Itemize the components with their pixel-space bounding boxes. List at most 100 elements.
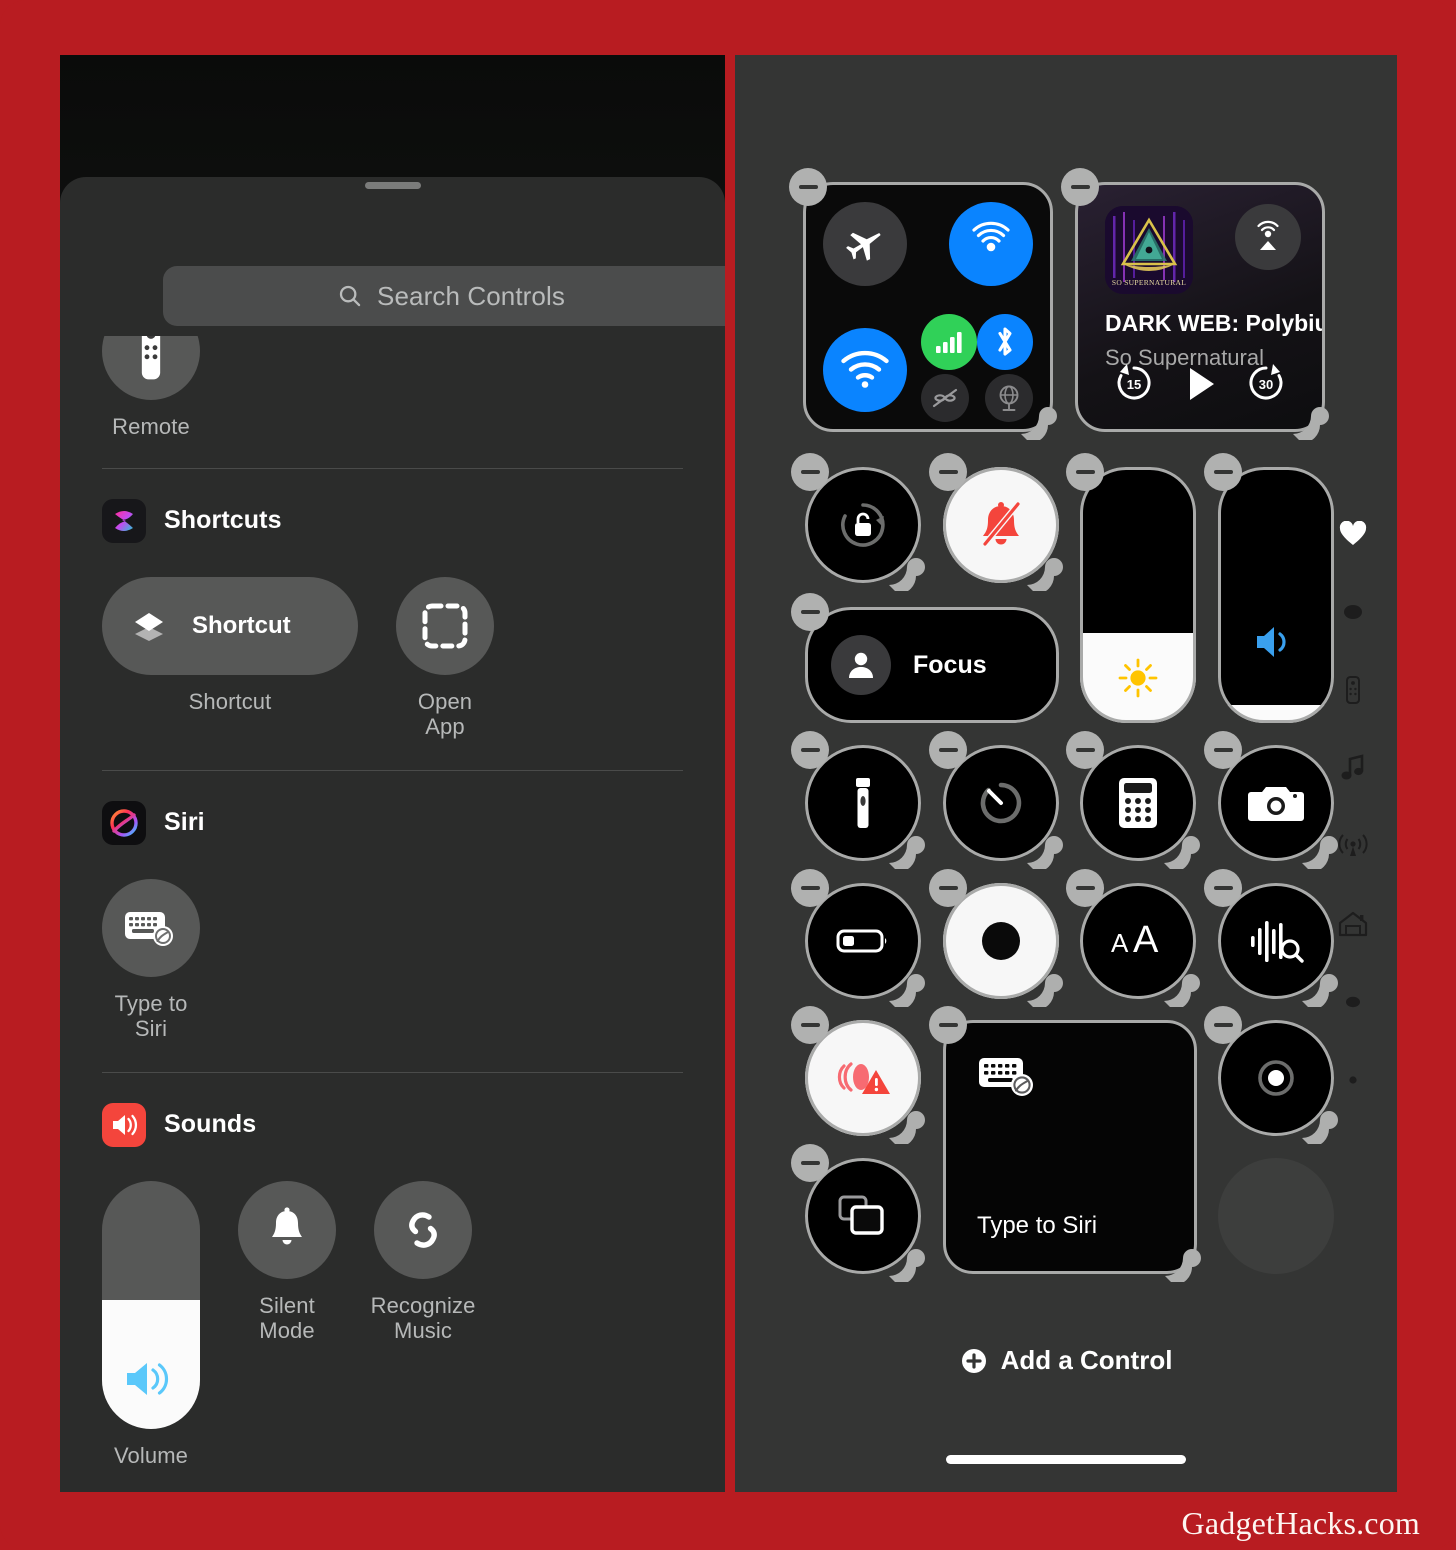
control-volume[interactable]: Volume: [102, 1180, 200, 1469]
home-indicator[interactable]: [946, 1455, 1186, 1464]
resize-grip[interactable]: [1015, 394, 1061, 440]
silent-mode-button[interactable]: [238, 1180, 336, 1279]
remove-control-button[interactable]: [791, 1006, 829, 1044]
sheet-grabber[interactable]: [364, 182, 421, 189]
remote-button[interactable]: [102, 336, 200, 400]
page-home[interactable]: [1338, 885, 1368, 963]
edit-outline: [1218, 467, 1334, 723]
control-label: Type to Siri: [114, 990, 188, 1042]
sound-recognition-control[interactable]: [1204, 869, 1338, 1007]
page-indicator-rail[interactable]: [1323, 495, 1383, 1119]
resize-grip[interactable]: [883, 823, 929, 869]
resize-grip[interactable]: [1021, 823, 1067, 869]
section-header-shortcuts: Shortcuts: [102, 469, 683, 543]
recognize-music-button[interactable]: [374, 1180, 472, 1279]
remove-control-button[interactable]: [1204, 869, 1242, 907]
resize-grip[interactable]: [1296, 1098, 1342, 1144]
control-label: Remote: [112, 414, 190, 439]
resize-grip[interactable]: [883, 1236, 929, 1282]
siri-app-icon: [102, 800, 146, 845]
page-dot-3[interactable]: [1346, 1041, 1360, 1119]
control-silent-mode[interactable]: Silent Mode: [238, 1180, 336, 1344]
type-to-siri-control[interactable]: Type to Siri: [929, 1006, 1201, 1282]
resize-grip[interactable]: [883, 961, 929, 1007]
section-title: Sounds: [164, 1110, 257, 1139]
text-size-control[interactable]: A A: [1066, 869, 1200, 1007]
headphone-level-control[interactable]: [791, 1006, 925, 1144]
calculator-control[interactable]: [1066, 731, 1200, 869]
timer-control[interactable]: [929, 731, 1063, 869]
shortcut-icon: [135, 612, 163, 641]
resize-grip[interactable]: [1021, 545, 1067, 591]
remove-control-button[interactable]: [929, 1006, 967, 1044]
resize-grip[interactable]: [1296, 823, 1342, 869]
silent-mode-control[interactable]: [929, 453, 1063, 591]
resize-grip[interactable]: [883, 1098, 929, 1144]
section-header-sounds: Sounds: [102, 1073, 683, 1147]
dot-icon: [1346, 996, 1360, 1008]
gallery-scroll-area[interactable]: Remote Shortcuts Shortcut Shortcut Open …: [60, 336, 725, 1492]
volume-control[interactable]: [1204, 453, 1334, 723]
remove-control-button[interactable]: [1061, 168, 1099, 206]
screen-recording-control[interactable]: [1204, 1006, 1338, 1144]
page-favorites[interactable]: [1339, 495, 1367, 573]
remove-control-button[interactable]: [1204, 731, 1242, 769]
search-input[interactable]: Search Controls: [163, 266, 725, 326]
remove-control-button[interactable]: [791, 869, 829, 907]
control-remote[interactable]: Remote: [102, 336, 200, 440]
remove-control-button[interactable]: [929, 731, 967, 769]
remove-control-button[interactable]: [1204, 453, 1242, 491]
shortcut-button[interactable]: Shortcut: [102, 576, 358, 675]
page-remote[interactable]: [1344, 651, 1362, 729]
empty-slot[interactable]: [1218, 1158, 1334, 1274]
page-dot-1[interactable]: [1340, 573, 1366, 651]
remove-control-button[interactable]: [1066, 731, 1104, 769]
flashlight-control[interactable]: [791, 731, 925, 869]
connectivity-module[interactable]: [789, 168, 1057, 440]
resize-grip[interactable]: [1021, 961, 1067, 1007]
remove-control-button[interactable]: [791, 593, 829, 631]
remove-control-button[interactable]: [929, 869, 967, 907]
remove-control-button[interactable]: [1066, 453, 1104, 491]
open-app-button[interactable]: [396, 576, 494, 675]
low-power-mode-control[interactable]: [791, 869, 925, 1007]
search-placeholder: Search Controls: [377, 280, 565, 311]
rotation-lock-control[interactable]: [791, 453, 925, 591]
red-border-frame: Search Controls Remote Shortcuts Shortcu…: [0, 0, 1456, 1550]
resize-grip[interactable]: [1158, 823, 1204, 869]
control-label: Open App: [417, 688, 473, 740]
focus-control[interactable]: Focus: [791, 593, 1059, 723]
page-dot-2[interactable]: [1342, 963, 1364, 1041]
remove-control-button[interactable]: [1204, 1006, 1242, 1044]
brightness-control[interactable]: [1066, 453, 1196, 723]
control-type-to-siri[interactable]: Type to Siri: [102, 878, 200, 1042]
remove-control-button[interactable]: [789, 168, 827, 206]
screen-mirroring-control[interactable]: [791, 1144, 925, 1282]
remove-control-button[interactable]: [791, 731, 829, 769]
remove-control-button[interactable]: [791, 1144, 829, 1182]
now-playing-module[interactable]: SO SUPERNATURAL DARK WEB: Polybius So Su…: [1061, 168, 1329, 440]
resize-grip[interactable]: [883, 545, 929, 591]
section-title: Shortcuts: [164, 506, 282, 535]
search-icon: [339, 285, 361, 307]
control-open-app[interactable]: Open App: [396, 576, 494, 740]
control-label: Recognize Music: [370, 1292, 476, 1344]
remove-control-button[interactable]: [929, 453, 967, 491]
remove-control-button[interactable]: [791, 453, 829, 491]
control-shortcut[interactable]: Shortcut Shortcut: [102, 576, 358, 715]
resize-grip[interactable]: [1159, 1236, 1205, 1282]
remove-control-button[interactable]: [1066, 869, 1104, 907]
resize-grip[interactable]: [1287, 394, 1333, 440]
page-music[interactable]: [1340, 729, 1366, 807]
resize-grip[interactable]: [1158, 961, 1204, 1007]
control-recognize-music[interactable]: Recognize Music: [371, 1180, 475, 1344]
empty-slot-face: [1218, 1158, 1334, 1274]
control-label: Shortcut: [188, 688, 272, 714]
volume-slider[interactable]: [102, 1180, 200, 1429]
type-to-siri-button[interactable]: [102, 878, 200, 977]
dark-mode-control[interactable]: [929, 869, 1063, 1007]
bell-icon: [272, 1206, 302, 1245]
add-control-button[interactable]: Add a Control: [735, 1345, 1397, 1376]
resize-grip[interactable]: [1296, 961, 1342, 1007]
camera-control[interactable]: [1204, 731, 1338, 869]
